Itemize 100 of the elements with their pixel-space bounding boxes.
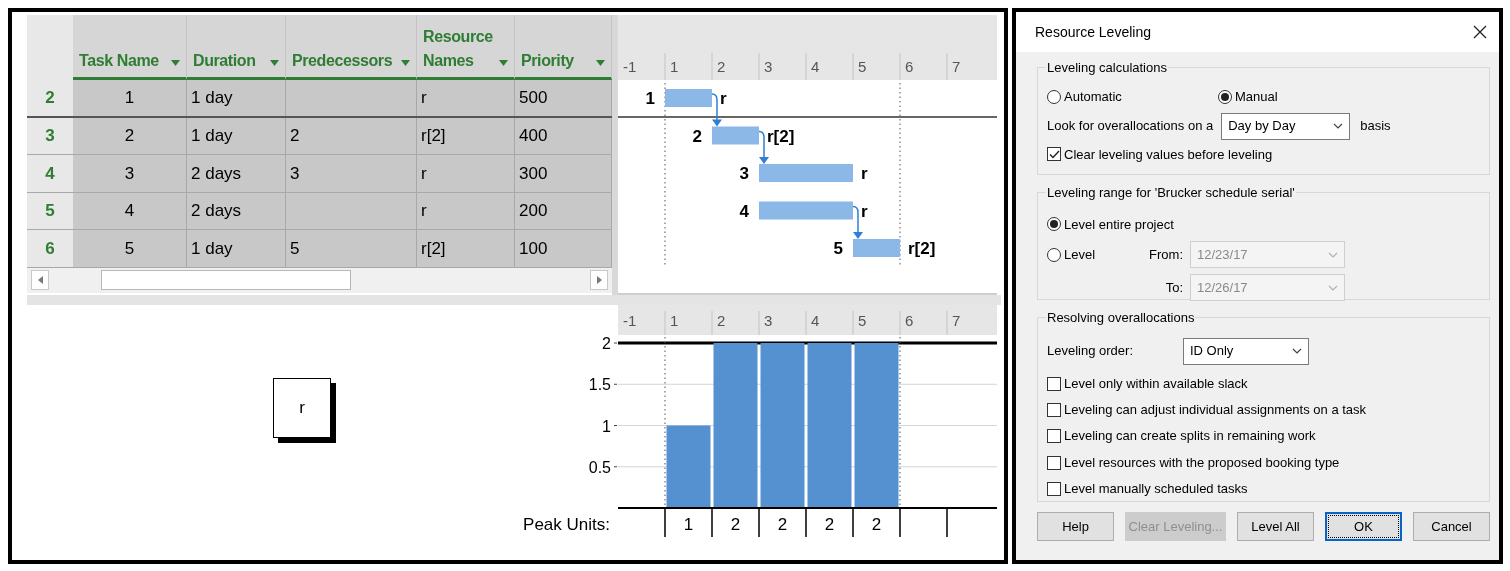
radio-button[interactable]	[1047, 217, 1061, 232]
table-cell: 1 day	[187, 80, 286, 116]
timescale-label: 5	[858, 312, 867, 329]
option-label[interactable]: Level entire project	[1064, 214, 1174, 234]
group-title: Leveling calculations	[1047, 60, 1167, 75]
peak-units-value: 2	[730, 515, 741, 534]
option-label[interactable]: Level	[1064, 244, 1096, 265]
field-label: To:	[1164, 278, 1183, 297]
table-cell: 1	[73, 80, 187, 116]
close-icon[interactable]	[1473, 25, 1487, 39]
timescale-label: 3	[764, 58, 773, 75]
table-cell: 4	[73, 192, 187, 229]
timescale-label: 7	[952, 312, 961, 329]
table-cell: 3	[286, 155, 417, 192]
checkbox-label[interactable]: Level manually scheduled tasks	[1064, 479, 1248, 499]
checkbox-label[interactable]: Leveling can adjust individual assignments on a task	[1064, 400, 1367, 420]
timescale-label: 4	[811, 312, 820, 329]
resource-label: r	[861, 201, 868, 221]
option-label[interactable]: Manual	[1235, 86, 1278, 107]
timescale-label: 6	[905, 312, 914, 329]
table-cell: 3	[73, 155, 187, 192]
timescale-label: 3	[764, 312, 773, 329]
timescale-label: 1	[670, 312, 679, 329]
peak-units-value: 2	[777, 515, 788, 534]
checkbox[interactable]	[1047, 429, 1061, 444]
dialog-button[interactable]: OK	[1325, 512, 1402, 541]
task-label: 2	[692, 126, 702, 146]
peak-units-value: 2	[871, 515, 882, 534]
checkbox-label[interactable]: Level only within available slack	[1064, 373, 1248, 394]
table-cell: r	[417, 80, 515, 116]
field-label: basis	[1360, 117, 1391, 136]
scroll-right-button[interactable]	[590, 270, 608, 290]
field-label: From:	[1148, 245, 1183, 264]
checkbox-label[interactable]: Leveling can create splits in remaining work	[1064, 426, 1316, 446]
timescale-label: 2	[717, 312, 726, 329]
checkbox-label[interactable]: Clear leveling values before leveling	[1064, 144, 1273, 164]
checkbox[interactable]	[1047, 147, 1061, 162]
table-cell: r	[417, 192, 515, 229]
row-number[interactable]: 4	[27, 155, 73, 192]
radio-button[interactable]	[1218, 89, 1232, 104]
column-header[interactable]: Predecessors	[286, 15, 417, 80]
peak-units-value: 2	[824, 515, 835, 534]
checkbox[interactable]	[1047, 455, 1061, 470]
dialog-button[interactable]: Help	[1037, 512, 1114, 541]
checkbox-label[interactable]: Level resources with the proposed booking type	[1064, 452, 1340, 473]
checkbox[interactable]	[1047, 402, 1061, 417]
table-cell: 300	[515, 155, 612, 192]
table-cell: r[2]	[417, 230, 515, 267]
table-cell: 5	[73, 230, 187, 267]
option-label[interactable]: Automatic	[1064, 86, 1122, 107]
timescale-label: 4	[811, 58, 820, 75]
triangle-left-icon[interactable]	[37, 276, 43, 284]
scroll-left-button[interactable]	[31, 270, 49, 290]
column-header[interactable]: Duration	[187, 15, 286, 80]
column-header[interactable]: Priority	[515, 15, 612, 80]
chevron-down-icon[interactable]	[1333, 123, 1344, 129]
scroll-thumb[interactable]	[101, 270, 351, 290]
table-cell: 400	[515, 117, 612, 154]
triangle-right-icon[interactable]	[596, 276, 602, 284]
task-label: 4	[739, 201, 749, 221]
dropdown-arrow-icon[interactable]	[596, 60, 605, 66]
dropdown-arrow-icon[interactable]	[499, 60, 508, 66]
table-cell: 2	[73, 117, 187, 154]
row-number[interactable]: 5	[27, 192, 73, 229]
table-cell: r	[417, 155, 515, 192]
checkbox[interactable]	[1047, 376, 1061, 391]
dialog-button[interactable]: Cancel	[1413, 512, 1490, 541]
table-cell: 1 day	[187, 230, 286, 267]
row-number[interactable]: 2	[27, 80, 73, 116]
field-label: Leveling order:	[1047, 342, 1134, 361]
axis-label: 2	[602, 335, 611, 352]
table-cell: 100	[515, 230, 612, 267]
timescale-label: 2	[717, 58, 726, 75]
dropdown-arrow-icon[interactable]	[171, 60, 180, 66]
table-cell: r[2]	[417, 117, 515, 154]
resource-label: r[2]	[767, 126, 795, 146]
row-number[interactable]: 6	[27, 230, 73, 267]
resource-label: r	[861, 164, 868, 183]
task-label: 5	[833, 239, 843, 258]
checkbox[interactable]	[1047, 481, 1061, 496]
task-label: 1	[645, 89, 655, 108]
resource-label: r	[720, 89, 727, 108]
timescale-label: 1	[670, 58, 679, 75]
table-cell: 2 days	[187, 192, 286, 229]
chevron-down-icon[interactable]	[1292, 348, 1302, 354]
timescale-label: 6	[905, 58, 914, 75]
table-cell: 2 days	[187, 155, 286, 192]
field-label: Look for overallocations on a	[1047, 117, 1214, 136]
dialog-button[interactable]: Level All	[1237, 512, 1314, 541]
dropdown-arrow-icon[interactable]	[270, 60, 279, 66]
column-header[interactable]: Task Name	[73, 15, 187, 80]
radio-button[interactable]	[1047, 247, 1061, 262]
radio-button[interactable]	[1047, 89, 1061, 104]
axis-label: 1	[602, 417, 611, 435]
dropdown-arrow-icon[interactable]	[401, 60, 410, 66]
column-header[interactable]: Resource Names	[417, 15, 515, 80]
dropdown[interactable]: Day by Day	[1221, 112, 1351, 140]
row-number[interactable]: 3	[27, 117, 73, 154]
resource-label: r[2]	[908, 239, 936, 258]
dropdown[interactable]: ID Only	[1183, 337, 1309, 365]
